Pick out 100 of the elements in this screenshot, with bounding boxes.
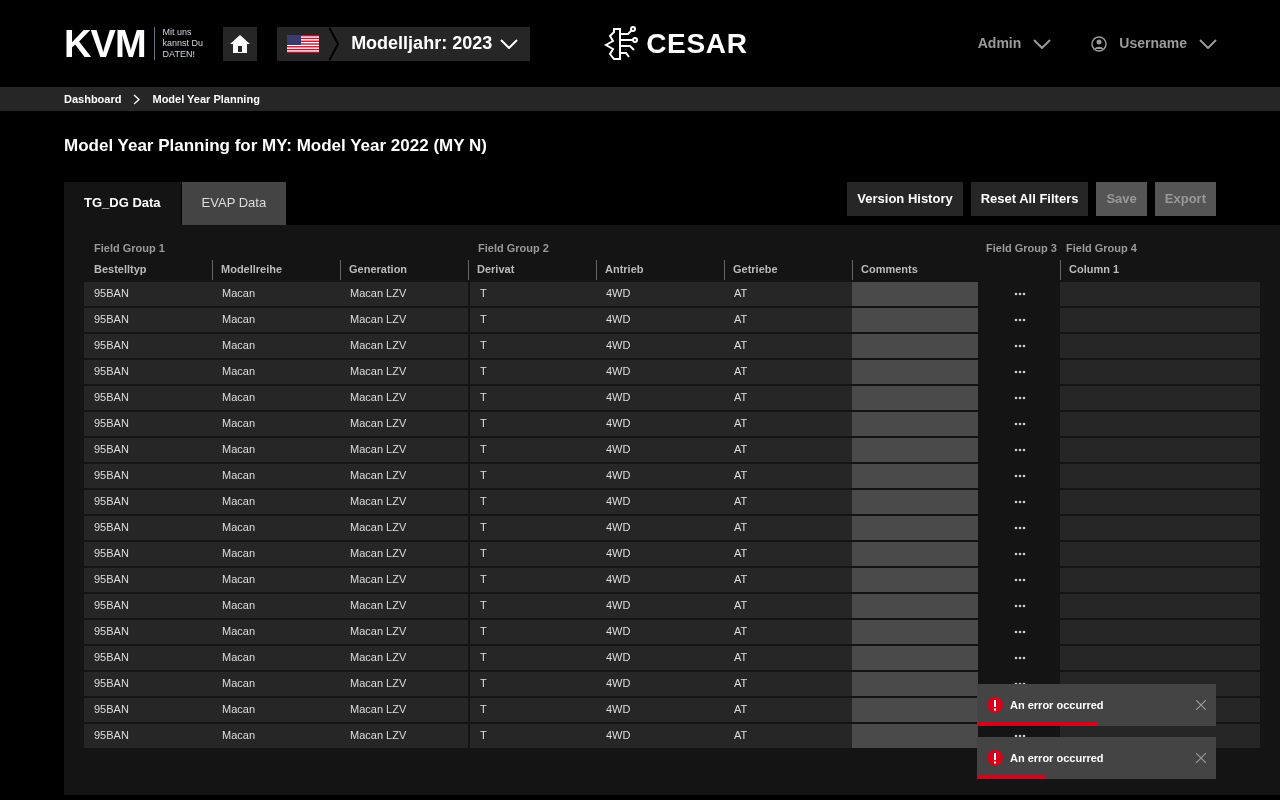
- more-icon[interactable]: [1014, 473, 1026, 478]
- table-cell: Macan: [212, 515, 340, 540]
- more-icon[interactable]: [1014, 343, 1026, 348]
- comment-field[interactable]: [852, 515, 978, 540]
- table-cell: 4WD: [596, 593, 724, 618]
- chevron-down-icon: [500, 38, 519, 49]
- table-cell: Macan LZV: [340, 385, 468, 410]
- comment-field[interactable]: [852, 697, 978, 722]
- table-cell: 95BAN: [84, 541, 212, 566]
- table-cell: T: [468, 463, 596, 488]
- table-cell: 95BAN: [84, 281, 212, 306]
- table-cell: 95BAN: [84, 567, 212, 592]
- more-icon[interactable]: [1014, 551, 1026, 556]
- comment-field[interactable]: [852, 281, 978, 306]
- action-button[interactable]: Version History: [847, 181, 963, 216]
- table-cell: 4WD: [596, 515, 724, 540]
- table-cell: AT: [724, 567, 852, 592]
- breadcrumb-current: Model Year Planning: [152, 91, 260, 107]
- more-icon[interactable]: [1014, 447, 1026, 452]
- table-cell: 95BAN: [84, 593, 212, 618]
- more-icon[interactable]: [1014, 421, 1026, 426]
- table-cell: Macan LZV: [340, 307, 468, 332]
- table-cell: T: [468, 385, 596, 410]
- table-cell: AT: [724, 281, 852, 306]
- table-cell: 4WD: [596, 411, 724, 436]
- table-cell: 95BAN: [84, 723, 212, 748]
- column-header: Antrieb: [605, 262, 644, 278]
- table-cell: 95BAN: [84, 697, 212, 722]
- table-cell: 4WD: [596, 697, 724, 722]
- chevron-divider-icon: [329, 26, 340, 61]
- more-icon[interactable]: [1014, 603, 1026, 608]
- table-cell: AT: [724, 333, 852, 358]
- more-icon[interactable]: [1014, 291, 1026, 296]
- admin-menu[interactable]: Admin: [977, 33, 1052, 54]
- table-cell: AT: [724, 593, 852, 618]
- table-cell: Macan LZV: [340, 567, 468, 592]
- table-cell: 95BAN: [84, 645, 212, 670]
- close-button[interactable]: [1196, 753, 1206, 763]
- table-cell: AT: [724, 489, 852, 514]
- comment-field[interactable]: [852, 333, 978, 358]
- more-icon[interactable]: [1014, 733, 1026, 738]
- table-cell: 4WD: [596, 333, 724, 358]
- close-icon: [1196, 753, 1206, 763]
- table-cell: T: [468, 645, 596, 670]
- comment-field[interactable]: [852, 671, 978, 696]
- comment-field[interactable]: [852, 359, 978, 384]
- model-year-dropdown[interactable]: Modelljahr: 2023: [277, 26, 531, 61]
- table-cell: Macan: [212, 619, 340, 644]
- table-cell: T: [468, 541, 596, 566]
- table-cell: 4WD: [596, 463, 724, 488]
- comment-field[interactable]: [852, 437, 978, 462]
- toast-message: An error occurred: [1010, 697, 1104, 713]
- action-button[interactable]: Reset All Filters: [970, 181, 1089, 216]
- breadcrumb-link[interactable]: Dashboard: [64, 90, 122, 108]
- table-cell: T: [468, 567, 596, 592]
- more-icon[interactable]: [1014, 655, 1026, 660]
- comment-field[interactable]: [852, 567, 978, 592]
- more-icon[interactable]: [1014, 525, 1026, 530]
- comment-field[interactable]: [852, 463, 978, 488]
- more-icon[interactable]: [1014, 317, 1026, 322]
- more-icon[interactable]: [1014, 681, 1026, 686]
- comment-field[interactable]: [852, 593, 978, 618]
- home-button[interactable]: [223, 26, 258, 61]
- comment-field[interactable]: [852, 307, 978, 332]
- comment-field[interactable]: [852, 723, 978, 748]
- comment-field[interactable]: [852, 411, 978, 436]
- table-cell: T: [468, 723, 596, 748]
- comment-field[interactable]: [852, 645, 978, 670]
- column-group-label: Field Group 3: [986, 240, 1057, 256]
- table-cell: 4WD: [596, 281, 724, 306]
- page-title: Model Year Planning for MY: Model Year 2022 (MY N): [63, 135, 488, 157]
- comment-field[interactable]: [852, 489, 978, 514]
- slogan-text: Mit uns kannst Du DATEN!: [153, 27, 204, 60]
- comment-field[interactable]: [852, 619, 978, 644]
- table-cell: T: [468, 515, 596, 540]
- table-cell: AT: [724, 515, 852, 540]
- tab[interactable]: EVAP Data: [181, 181, 287, 225]
- table-cell: 4WD: [596, 619, 724, 644]
- tab[interactable]: TG_DG Data: [64, 181, 181, 225]
- user-menu[interactable]: Username: [1091, 33, 1217, 54]
- column-header: Derivat: [477, 262, 515, 278]
- more-icon[interactable]: [1014, 369, 1026, 374]
- error-icon: [987, 697, 1003, 713]
- more-icon[interactable]: [1014, 499, 1026, 504]
- more-icon[interactable]: [1014, 629, 1026, 634]
- comment-field[interactable]: [852, 541, 978, 566]
- close-button[interactable]: [1196, 700, 1206, 710]
- table-cell: AT: [724, 437, 852, 462]
- table-cell: Macan LZV: [340, 437, 468, 462]
- table-cell: 4WD: [596, 307, 724, 332]
- table-cell: T: [468, 307, 596, 332]
- comment-field[interactable]: [852, 385, 978, 410]
- more-icon[interactable]: [1014, 395, 1026, 400]
- table-cell: T: [468, 593, 596, 618]
- table-cell: T: [468, 333, 596, 358]
- home-icon: [229, 33, 252, 54]
- chevron-down-icon: [1033, 38, 1052, 49]
- table-cell: 95BAN: [84, 671, 212, 696]
- table-cell: AT: [724, 619, 852, 644]
- more-icon[interactable]: [1014, 577, 1026, 582]
